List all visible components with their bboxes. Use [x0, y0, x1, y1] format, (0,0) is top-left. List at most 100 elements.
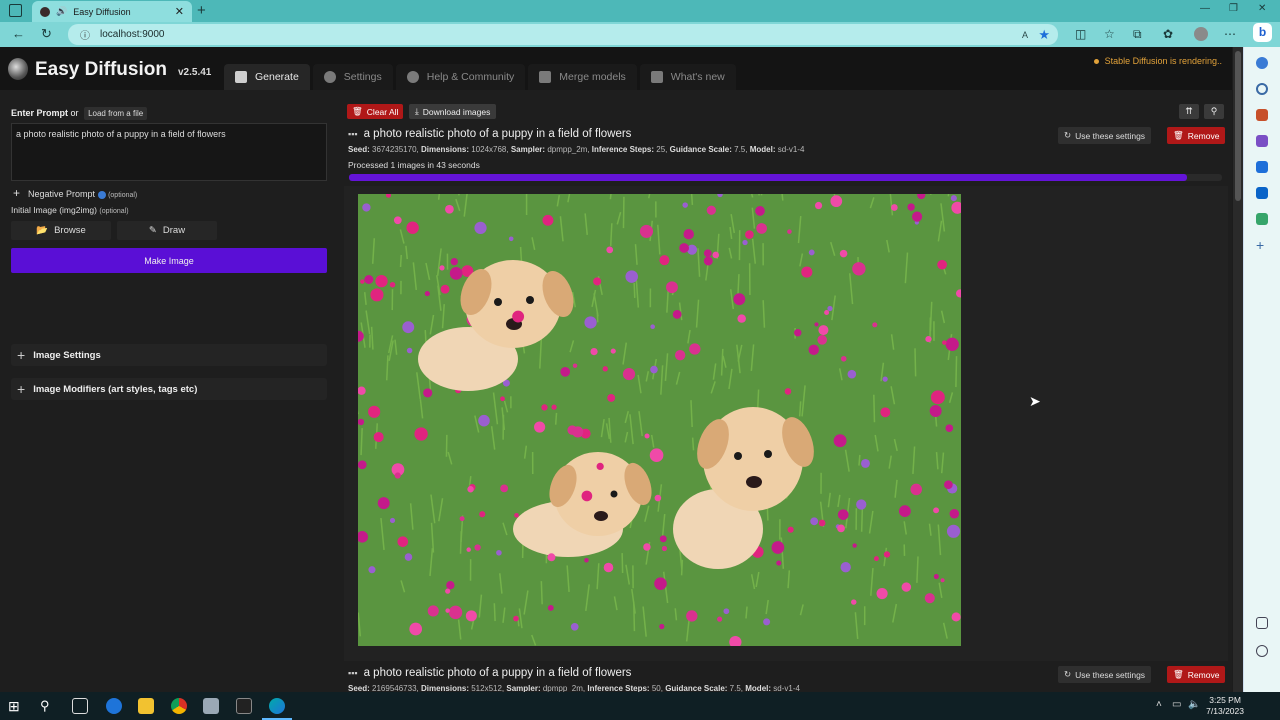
back-icon[interactable]: ←: [12, 26, 25, 41]
browse-button[interactable]: 📂 Browse: [11, 221, 111, 240]
profile-avatar[interactable]: [1194, 27, 1208, 41]
windows-start-icon[interactable]: ⊞: [8, 698, 24, 714]
read-aloud-icon[interactable]: A: [1022, 30, 1028, 40]
negative-prompt-toggle[interactable]: + Negative Prompt (optional): [13, 186, 137, 200]
prompt-input[interactable]: a photo realistic photo of a puppy in a …: [11, 123, 327, 181]
sidebar-layout-icon[interactable]: [1256, 617, 1268, 629]
download-icon: ⤓: [415, 106, 419, 116]
collapse-all-icon[interactable]: ⇈: [1179, 104, 1199, 119]
url-field[interactable]: ⓘ localhost:9000 A ★: [68, 24, 1058, 45]
tray-chevron-icon[interactable]: ˄: [1156, 699, 1162, 710]
generated-image[interactable]: [358, 194, 961, 646]
tab-help-community[interactable]: Help & Community: [395, 64, 526, 90]
ie-icon[interactable]: [106, 698, 122, 714]
drag-handle-icon[interactable]: ▪▪▪: [348, 668, 358, 678]
app-header: Easy Diffusion v2.5.41 Generate Settings…: [0, 47, 1232, 90]
browser-tab[interactable]: 🔊 Easy Diffusion ✕: [32, 1, 192, 22]
volume-icon[interactable]: 🔈: [1188, 699, 1200, 710]
task-meta: Seed: 3674235170, Dimensions: 1024x768, …: [348, 145, 805, 154]
workspaces-icon[interactable]: [9, 4, 22, 17]
task-title: ▪▪▪ a photo realistic photo of a puppy in…: [348, 667, 632, 679]
mouse-cursor-icon: ➤: [1029, 393, 1041, 409]
load-from-file-button[interactable]: Load from a file: [84, 107, 148, 120]
shopping-icon[interactable]: [1256, 109, 1268, 121]
more-menu-icon[interactable]: ⋯: [1224, 27, 1236, 41]
trash-icon: 🗑: [352, 106, 363, 116]
plus-icon: +: [17, 381, 26, 397]
remove-button[interactable]: 🗑 Remove: [1167, 666, 1226, 683]
tab-title: Easy Diffusion: [73, 6, 131, 17]
help-icon[interactable]: [97, 190, 106, 199]
plus-icon: +: [13, 186, 21, 200]
favicon-icon: [40, 6, 50, 17]
tab-merge-models[interactable]: Merge models: [528, 64, 637, 90]
progress-bar: [349, 174, 1222, 181]
initial-image-label: Initial Image (img2img) (optional): [11, 205, 129, 215]
trash-icon: 🗑: [1173, 669, 1184, 679]
outlook-icon[interactable]: [1256, 187, 1268, 199]
task-meta: Seed: 2169546733, Dimensions: 512x512, S…: [348, 684, 800, 692]
minimize-icon[interactable]: —: [1200, 3, 1210, 14]
file-explorer-icon[interactable]: [138, 698, 154, 714]
tab-generate[interactable]: Generate: [224, 64, 310, 90]
bing-icon[interactable]: b: [1253, 23, 1272, 42]
site-info-icon[interactable]: ⓘ: [80, 27, 90, 42]
windows-taskbar: ⊞ ⚲ ˄ ▭ 🔈 3:25 PM 7/13/2023: [0, 692, 1280, 720]
prompt-label: Enter Prompt or Load from a file: [11, 107, 148, 120]
close-window-icon[interactable]: ✕: [1258, 3, 1266, 14]
new-tab-icon[interactable]: +: [197, 2, 206, 19]
games-icon[interactable]: [1256, 135, 1268, 147]
page-scrollbar[interactable]: [1233, 47, 1243, 692]
extensions-icon[interactable]: ✿: [1163, 27, 1173, 41]
tab-close-icon[interactable]: ✕: [175, 5, 184, 18]
add-icon[interactable]: +: [1256, 238, 1268, 252]
system-clock[interactable]: 3:25 PM 7/13/2023: [1206, 695, 1244, 717]
processed-status: Processed 1 images in 43 seconds: [348, 160, 480, 170]
drag-handle-icon[interactable]: ▪▪▪: [348, 129, 358, 139]
terminal-icon[interactable]: [236, 698, 252, 714]
use-these-settings-button[interactable]: ↻ Use these settings: [1058, 127, 1152, 144]
search-icon[interactable]: ⚲: [40, 698, 56, 714]
main-tabs: Generate Settings Help & Community Merge…: [224, 64, 739, 90]
chat-icon: [406, 71, 419, 83]
puppies-in-flowers-image: [358, 194, 961, 646]
split-screen-icon[interactable]: ◫: [1075, 27, 1086, 41]
status-dot-icon: [1093, 59, 1099, 65]
browser-frame: 🔊 Easy Diffusion ✕ + — ❐ ✕ ← ↻ ⓘ localho…: [0, 0, 1280, 47]
favorite-star-icon[interactable]: ★: [1038, 27, 1050, 43]
drop-icon[interactable]: [1256, 213, 1268, 225]
pencil-icon: ✎: [148, 225, 157, 236]
address-bar: ← ↻ ⓘ localhost:9000 A ★: [0, 22, 1280, 47]
image-settings-panel[interactable]: + Image Settings: [11, 344, 327, 366]
remove-button[interactable]: 🗑 Remove: [1167, 127, 1226, 144]
m365-icon[interactable]: [1256, 161, 1268, 173]
collections-icon[interactable]: ⧉: [1133, 27, 1142, 42]
search-icon[interactable]: [1256, 83, 1268, 95]
image-modifiers-panel[interactable]: + Image Modifiers (art styles, tags etc): [11, 378, 327, 400]
make-image-button[interactable]: Make Image: [11, 248, 327, 273]
maximize-icon[interactable]: ❐: [1229, 3, 1238, 14]
clear-all-button[interactable]: 🗑 Clear All: [347, 104, 404, 119]
app-icon[interactable]: [203, 698, 219, 714]
chrome-icon[interactable]: [171, 698, 187, 714]
redo-icon: ↻: [1064, 669, 1072, 679]
favorites-icon[interactable]: ☆: [1104, 27, 1115, 41]
download-images-button[interactable]: ⤓ Download images: [409, 104, 497, 119]
search-icon[interactable]: ⚲: [1204, 104, 1224, 119]
network-icon[interactable]: ▭: [1172, 699, 1181, 710]
render-status: Stable Diffusion is rendering..: [1093, 56, 1222, 66]
gear-icon: [323, 71, 336, 83]
task-view-icon[interactable]: [72, 698, 88, 714]
use-these-settings-button[interactable]: ↻ Use these settings: [1058, 666, 1152, 683]
scrollbar-thumb[interactable]: [1235, 51, 1241, 201]
progress-fill: [349, 174, 1188, 181]
gear-icon[interactable]: [1256, 645, 1268, 657]
tab-settings[interactable]: Settings: [312, 64, 393, 90]
refresh-icon[interactable]: ↻: [41, 26, 52, 42]
url-text: localhost:9000: [100, 29, 165, 40]
tab-whats-new[interactable]: What's new: [639, 64, 736, 90]
edge-icon[interactable]: [269, 698, 285, 714]
draw-button[interactable]: ✎ Draw: [117, 221, 217, 240]
notification-icon[interactable]: [1256, 57, 1268, 69]
speaker-icon[interactable]: 🔊: [56, 6, 67, 17]
